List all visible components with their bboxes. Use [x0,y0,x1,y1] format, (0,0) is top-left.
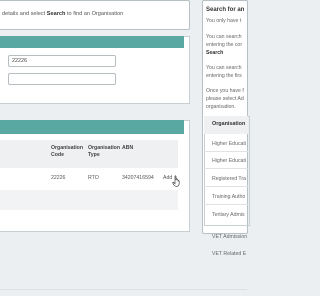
divider [204,204,248,205]
divider [204,186,248,187]
list-item: VET Admission [212,234,248,240]
sidebar-text: please select Ad [206,96,244,102]
list-item: Training Autho [212,194,246,200]
column-header-organisation-type: Organisation Type [88,145,120,158]
pointer-cursor-icon [172,175,180,187]
sidebar-text: Search [206,50,224,56]
row-organisation-code: 22226 [51,175,66,181]
divider [204,168,248,169]
instructions-text: details and select Search to find an Org… [2,11,124,17]
sidebar-text: entering the firs [206,73,242,79]
divider [204,151,248,152]
sidebar-text: entering the cor [206,42,243,48]
organisation-types-header-label: Organisation [212,121,246,127]
organisation-name-input[interactable] [8,73,116,85]
add-link[interactable]: Add [163,175,172,181]
column-header-abn: ABN [122,145,134,151]
list-item: Registered Tra [212,176,247,182]
list-item: Higher Educati [212,158,247,164]
list-item: VET Related E [212,251,247,257]
row-organisation-type: RTO [88,175,99,181]
table-footer-row [0,190,178,210]
column-header-organisation-code: Organisation Code [51,145,83,158]
sidebar-text: You can search [206,34,242,40]
sidebar-text: Once you have f [206,88,244,94]
row-abn: 34207416594 [122,175,154,181]
search-panel-header [0,36,184,48]
list-item: Higher Educati [212,141,247,147]
organisation-code-input[interactable]: 22226 [8,55,116,67]
sidebar-text: You can search [206,65,242,71]
results-panel-header [0,120,184,134]
sidebar-title: Search for an [206,7,245,13]
list-item: Tertiary Admis [212,212,245,218]
sidebar-text: organisation. [206,104,236,110]
sidebar-text: You only have t [206,18,242,24]
page-divider [0,289,247,290]
